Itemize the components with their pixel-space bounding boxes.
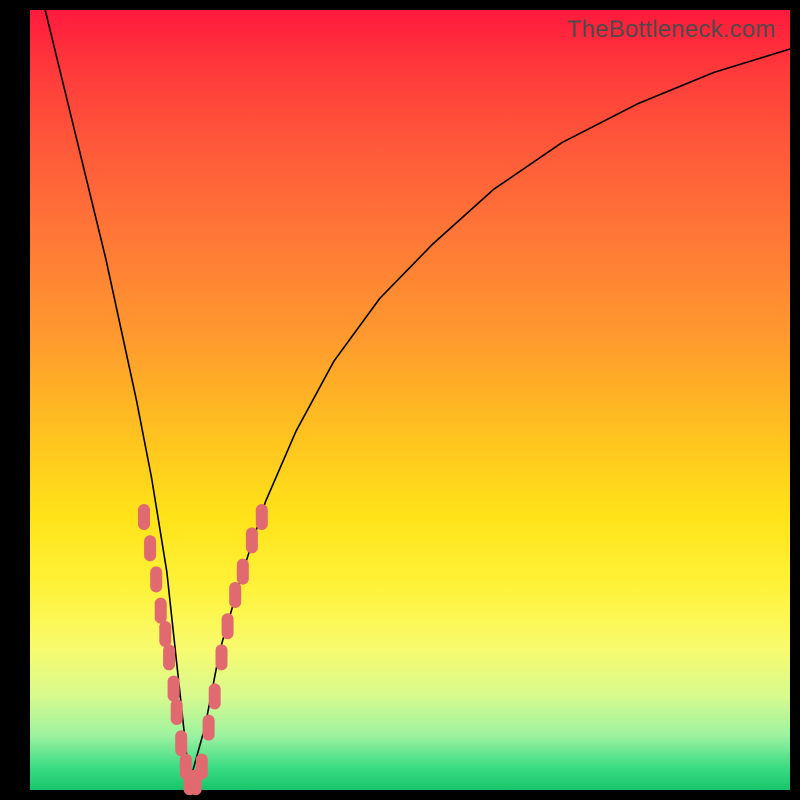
curve-marker bbox=[237, 559, 249, 585]
curve-marker bbox=[246, 527, 258, 553]
marker-layer bbox=[138, 504, 268, 795]
curve-marker bbox=[216, 644, 228, 670]
curve-marker bbox=[196, 754, 208, 780]
curve-marker bbox=[229, 582, 241, 608]
curve-marker bbox=[256, 504, 268, 530]
curve-marker bbox=[171, 699, 183, 725]
curve-right-branch bbox=[190, 49, 790, 782]
curve-marker bbox=[144, 535, 156, 561]
curve-marker bbox=[150, 566, 162, 592]
stage: TheBottleneck.com bbox=[0, 0, 800, 800]
chart-svg bbox=[30, 10, 790, 790]
curve-marker bbox=[175, 730, 187, 756]
curve-marker bbox=[203, 715, 215, 741]
curve-marker bbox=[163, 644, 175, 670]
curve-marker bbox=[168, 676, 180, 702]
curve-marker bbox=[159, 621, 171, 647]
curve-marker bbox=[222, 613, 234, 639]
plot-area: TheBottleneck.com bbox=[30, 10, 790, 790]
curve-layer bbox=[45, 10, 790, 782]
curve-marker bbox=[155, 598, 167, 624]
curve-marker bbox=[138, 504, 150, 530]
curve-marker bbox=[209, 683, 221, 709]
